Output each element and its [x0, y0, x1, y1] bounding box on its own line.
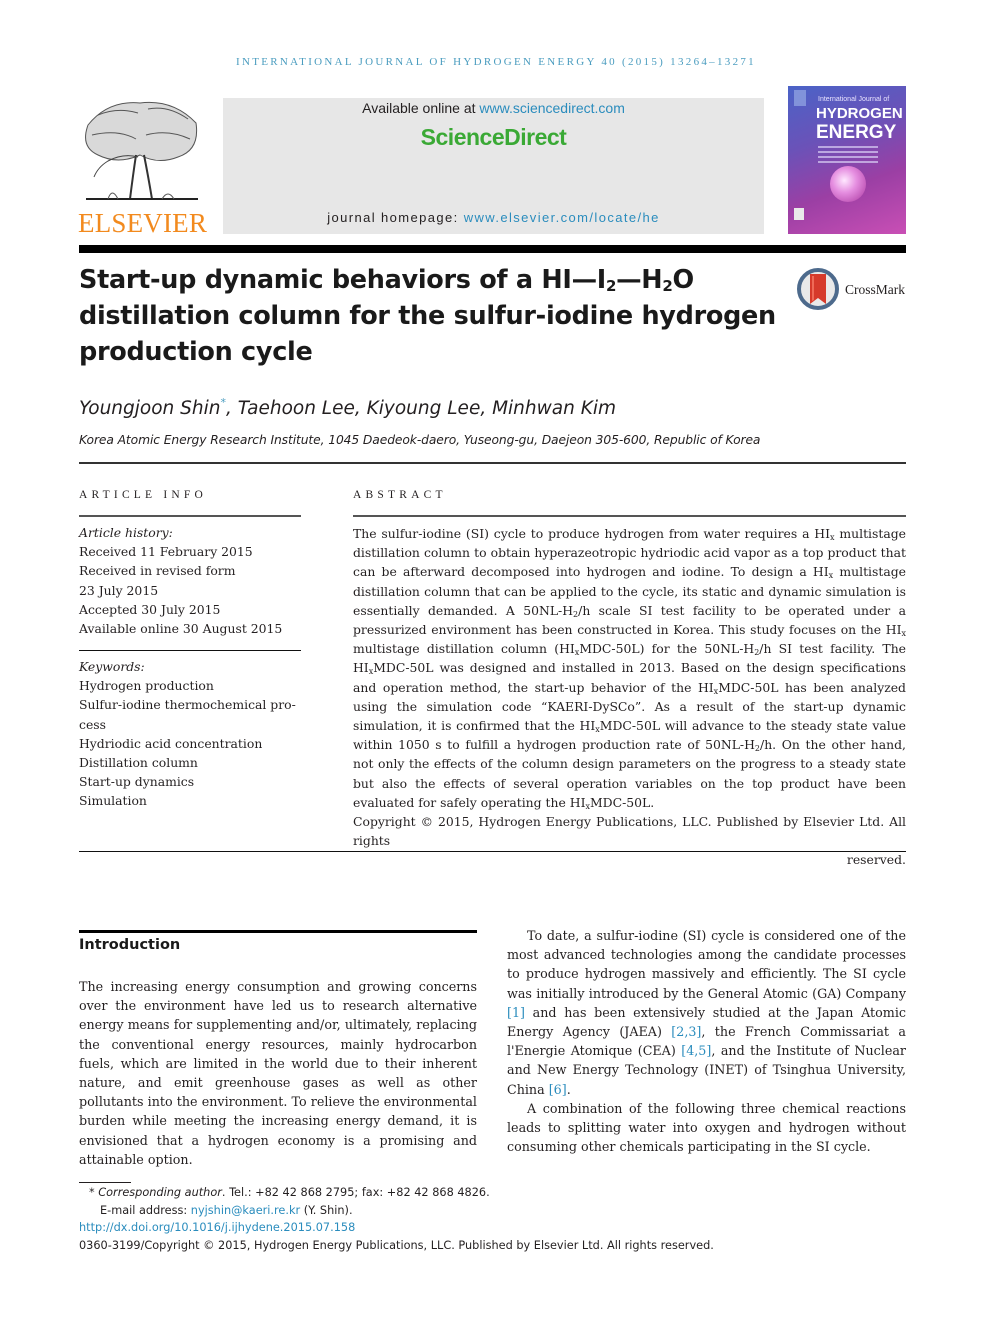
history-item: Accepted 30 July 2015: [79, 601, 221, 617]
journal-homepage-text: journal homepage: www.elsevier.com/locat…: [223, 210, 764, 225]
citation-link[interactable]: [6]: [549, 1082, 567, 1097]
masthead-divider: [79, 245, 906, 253]
intro-paragraph-1: The increasing energy consumption and gr…: [79, 979, 477, 1167]
citation-link[interactable]: [1]: [507, 1005, 525, 1020]
homepage-prefix: journal homepage:: [327, 210, 464, 225]
title-subscript-2: 2: [662, 277, 673, 295]
contact-info: . Tel.: +82 42 868 2795; fax: +82 42 868…: [221, 1186, 490, 1199]
text-run: To date, a sulfur-iodine (SI) cycle is c…: [507, 928, 906, 1001]
corresponding-author-note: * Corresponding author. Tel.: +82 42 868…: [79, 1184, 839, 1202]
keyword-item: Start-up dynamics: [79, 774, 195, 790]
history-item: Received 11 February 2015: [79, 544, 253, 560]
title-text-2: —H: [616, 265, 663, 295]
article-info-heading: ARTICLE INFO: [79, 489, 207, 501]
cover-orb-graphic: [830, 166, 866, 202]
cover-title-line3: ENERGY: [816, 122, 897, 143]
cover-editor-lines: [818, 146, 878, 166]
author-affiliation: Korea Atomic Energy Research Institute, …: [79, 433, 761, 447]
journal-cover-image[interactable]: International Journal of HYDROGEN ENERGY: [788, 86, 906, 234]
subscript: x: [901, 629, 906, 639]
doi-link[interactable]: http://dx.doi.org/10.1016/j.ijhydene.201…: [79, 1221, 355, 1234]
citation-link[interactable]: [2,3]: [671, 1024, 701, 1039]
keyword-item: Simulation: [79, 793, 147, 809]
crossmark-label: CrossMark: [845, 282, 905, 297]
issn-copyright: 0360-3199/Copyright © 2015, Hydrogen Ene…: [79, 1238, 714, 1252]
article-history: Article history: Received 11 February 20…: [79, 523, 301, 638]
keywords-label: Keywords:: [79, 659, 145, 674]
keyword-item: Hydrogen production: [79, 678, 214, 694]
text-run: The sulfur-iodine (SI) cycle to produce …: [353, 526, 831, 541]
intro-paragraph-2: To date, a sulfur-iodine (SI) cycle is c…: [507, 926, 906, 1099]
sciencedirect-link[interactable]: www.sciencedirect.com: [479, 100, 625, 116]
abstract-heading: ABSTRACT: [353, 489, 447, 501]
abstract-copyright-end: reserved.: [846, 852, 906, 868]
article-info-rule: [79, 515, 301, 517]
introduction-rule: [79, 930, 477, 933]
running-head: International Journal of Hydrogen Energy…: [236, 56, 756, 68]
crossmark-button[interactable]: CrossMark: [797, 268, 917, 312]
text-run: MDC-50L) for the 50NL-H: [579, 641, 755, 657]
abstract-rule: [353, 515, 906, 517]
keywords-rule: [79, 650, 301, 651]
elsevier-wordmark: ELSEVIER: [78, 208, 208, 238]
abstract-body: The sulfur-iodine (SI) cycle to produce …: [353, 524, 906, 870]
elsevier-logo[interactable]: ELSEVIER: [78, 95, 208, 238]
keyword-item: Hydriodic acid concentration: [79, 735, 263, 751]
article-history-label: Article history:: [79, 525, 173, 540]
email-label: E-mail address:: [100, 1203, 191, 1217]
cover-society-badge: [794, 208, 804, 220]
title-subscript-1: 2: [605, 277, 617, 295]
history-item: 23 July 2015: [79, 582, 159, 598]
intro-paragraph-3: A combination of the following three che…: [507, 1100, 906, 1155]
email-link[interactable]: nyjshin@kaeri.re.kr: [191, 1204, 300, 1217]
citation-link[interactable]: [4,5]: [681, 1043, 711, 1058]
cover-title-line2: HYDROGEN: [816, 105, 903, 122]
keywords-list: Keywords: Hydrogen production Sulfur-iod…: [79, 657, 301, 811]
sciencedirect-banner: Available online at www.sciencedirect.co…: [223, 98, 764, 234]
crossmark-icon: [797, 268, 839, 310]
email-suffix: (Y. Shin).: [300, 1203, 353, 1217]
elsevier-tree-icon: [85, 101, 198, 200]
introduction-heading: Introduction: [79, 937, 181, 953]
text-run: .: [566, 1081, 571, 1097]
corresponding-label: Corresponding author: [98, 1186, 222, 1199]
abstract-text: The sulfur-iodine (SI) cycle to produce …: [353, 524, 906, 812]
abstract-copyright: Copyright © 2015, Hydrogen Energy Public…: [353, 814, 906, 849]
footnotes: * Corresponding author. Tel.: +82 42 868…: [79, 1184, 839, 1254]
history-item: Received in revised form: [79, 563, 236, 579]
title-text-1: Start-up dynamic behaviors of a HI—I: [79, 265, 606, 295]
email-note: E-mail address: nyjshin@kaeri.re.kr (Y. …: [79, 1202, 839, 1220]
author-corresponding[interactable]: Youngjoon Shin: [79, 398, 221, 419]
keyword-item: Sulfur-iodine thermochemical pro-: [79, 697, 296, 713]
cover-publisher-badge: [794, 90, 806, 106]
sciencedirect-logo[interactable]: ScienceDirect: [223, 124, 764, 151]
keyword-item: Distillation column: [79, 755, 198, 771]
header-divider: [79, 462, 906, 464]
cover-title-line1: International Journal of: [818, 96, 890, 103]
text-run: multistage distillation column (HI: [353, 641, 575, 657]
text-run: MDC-50L.: [589, 794, 655, 810]
abstract-bottom-divider: [79, 851, 906, 852]
available-online-prefix: Available online at: [362, 100, 480, 116]
article-title: Start-up dynamic behaviors of a HI—I2—H2…: [79, 262, 779, 370]
author-list: Youngjoon Shin*, Taehoon Lee, Kiyoung Le…: [79, 396, 616, 419]
introduction-column-left: The increasing energy consumption and gr…: [79, 977, 477, 1169]
journal-homepage-link[interactable]: www.elsevier.com/locate/he: [464, 210, 660, 225]
history-item: Available online 30 August 2015: [79, 621, 283, 637]
author-others: , Taehoon Lee, Kiyoung Lee, Minhwan Kim: [226, 398, 616, 419]
footnote-mark: *: [89, 1186, 95, 1199]
available-online-text: Available online at www.sciencedirect.co…: [223, 100, 764, 116]
footnote-rule: [79, 1182, 131, 1183]
keyword-item: cess: [79, 716, 106, 732]
introduction-column-right: To date, a sulfur-iodine (SI) cycle is c…: [507, 926, 906, 1156]
